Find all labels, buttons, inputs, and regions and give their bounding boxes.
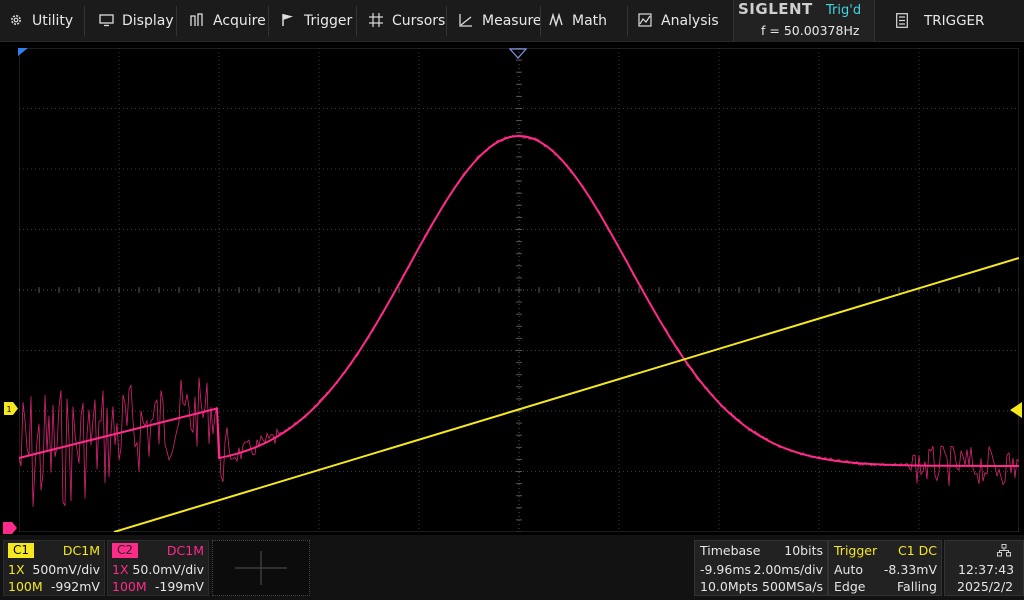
menu-math-label: Math xyxy=(572,13,608,29)
waveform-grid xyxy=(19,48,1019,532)
sample-rate: 500MSa/s xyxy=(762,579,823,594)
ch2-tag: C2 xyxy=(112,543,139,558)
trigger-status: Trig'd xyxy=(826,3,862,18)
ch1-scale: 500mV/div xyxy=(32,562,100,577)
menu-measure[interactable]: Measure xyxy=(459,0,542,42)
timebase-label: Timebase xyxy=(700,543,761,558)
clock-box[interactable]: 12:37:43 2025/2/2 xyxy=(944,540,1024,596)
menu-analysis-label: Analysis xyxy=(661,13,719,29)
ch2-bandwidth: 100M xyxy=(112,579,147,594)
menu-bar: Utility Display Acquire Trigger Cursors … xyxy=(0,0,1024,42)
trigger-position-marker[interactable] xyxy=(509,48,527,59)
trigger-info-box[interactable]: Trigger C1 DC Auto -8.33mV Edge Falling xyxy=(828,540,942,596)
trigger-level-marker[interactable] xyxy=(1010,402,1022,418)
flag-icon xyxy=(281,13,297,29)
trigger-panel-button[interactable]: TRIGGER xyxy=(888,0,1024,42)
brand-logo: SIGLENT xyxy=(738,0,813,18)
plus-icon xyxy=(235,551,287,585)
timebase-info-box[interactable]: Timebase 10bits -9.96ms 2.00ms/div 10.0M… xyxy=(694,540,828,596)
left-top-marker xyxy=(18,48,28,56)
menu-measure-label: Measure xyxy=(482,13,542,29)
menu-analysis[interactable]: Analysis xyxy=(638,0,719,42)
menu-trigger[interactable]: Trigger xyxy=(281,0,352,42)
menu-acquire-label: Acquire xyxy=(213,13,266,29)
ch2-offset-marker[interactable] xyxy=(3,522,17,534)
menu-acquire[interactable]: Acquire xyxy=(190,0,266,42)
gear-icon xyxy=(9,13,25,29)
clock-date: 2025/2/2 xyxy=(957,579,1014,594)
svg-text:1: 1 xyxy=(7,405,12,414)
ch1-bandwidth: 100M xyxy=(8,579,43,594)
ch2-offset: -199mV xyxy=(154,579,204,594)
ch1-offset: -992mV xyxy=(50,579,100,594)
menu-display-label: Display xyxy=(122,13,174,29)
menu-trigger-label: Trigger xyxy=(304,13,353,29)
ch2-probe: 1X xyxy=(112,562,129,577)
menu-display[interactable]: Display xyxy=(99,0,174,42)
crosshair-icon xyxy=(369,13,385,29)
measure-icon xyxy=(459,13,475,29)
ch1-tag: C1 xyxy=(8,543,35,558)
ch2-scale: 50.0mV/div xyxy=(132,562,204,577)
ch1-offset-marker[interactable]: 1 xyxy=(4,402,18,415)
memory-depth: 10.0Mpts xyxy=(700,579,758,594)
trigger-label: Trigger xyxy=(834,543,878,558)
timebase-delay: -9.96ms xyxy=(700,562,752,577)
ch1-coupling: DC1M xyxy=(62,543,100,558)
timebase-scale: 2.00ms/div xyxy=(753,562,823,577)
ch1-waveform xyxy=(113,257,1019,532)
resolution-bits: 10bits xyxy=(784,543,823,558)
trigger-panel-label: TRIGGER xyxy=(924,13,985,29)
status-box: SIGLENT Trig'd f = 50.00378Hz xyxy=(733,0,875,42)
menu-utility[interactable]: Utility xyxy=(9,0,73,42)
ch1-probe: 1X xyxy=(8,562,25,577)
add-channel-slot[interactable] xyxy=(212,540,310,596)
menu-utility-label: Utility xyxy=(32,13,74,29)
acquire-icon xyxy=(190,13,206,29)
ch2-info-box[interactable]: C2 DC1M 1X 50.0mV/div 100M -199mV xyxy=(107,540,209,596)
frequency-readout: f = 50.00378Hz xyxy=(761,23,860,38)
menu-cursors-label: Cursors xyxy=(392,13,446,29)
ch1-info-box[interactable]: C1 DC1M 1X 500mV/div 100M -992mV xyxy=(3,540,105,596)
analysis-icon xyxy=(638,13,654,29)
network-icon xyxy=(997,544,1011,557)
waveform-display[interactable] xyxy=(19,48,1019,532)
menu-math[interactable]: Math xyxy=(549,0,607,42)
math-icon xyxy=(549,13,565,29)
trigger-level: -8.33mV xyxy=(883,562,937,577)
monitor-icon xyxy=(99,13,115,29)
trigger-slope: Falling xyxy=(897,579,937,594)
trigger-type: Edge xyxy=(834,579,866,594)
clock-time: 12:37:43 xyxy=(958,562,1015,577)
trigger-source: C1 DC xyxy=(897,543,937,558)
trigger-mode: Auto xyxy=(834,562,864,577)
menu-list-icon xyxy=(896,13,910,29)
menu-cursors[interactable]: Cursors xyxy=(369,0,445,42)
ch2-coupling: DC1M xyxy=(166,543,204,558)
